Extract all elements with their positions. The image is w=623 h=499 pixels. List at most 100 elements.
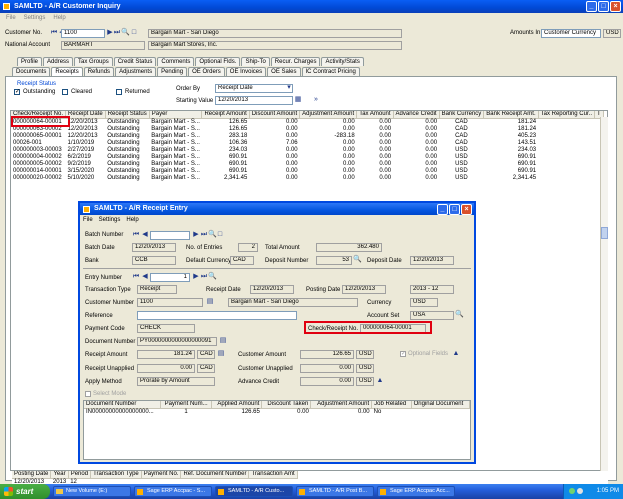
column-header[interactable]: Advance Credit (393, 111, 440, 119)
table-row[interactable]: 000000064-00001 12/20/2013 Outstanding Barg… (11, 119, 603, 127)
outstanding-checkbox[interactable]: ✓ (14, 89, 20, 95)
taskbar-item-customer-inquiry[interactable]: SAMLTD - A/R Custo... (215, 486, 293, 497)
column-header[interactable]: Discount Taken (261, 401, 312, 409)
taskbar-item-post-batches[interactable]: SAMLTD - A/R Post B... (296, 486, 374, 497)
tab-address[interactable]: Address (43, 57, 74, 66)
table-row[interactable]: 000000063-00002 12/20/2013 Outstanding Barg… (11, 126, 603, 133)
column-header[interactable]: Receipt Date (65, 111, 106, 119)
document-finder-icon[interactable]: ▤ (219, 337, 227, 345)
column-header[interactable]: Transaction Amt (248, 471, 298, 479)
starting-value-input[interactable]: 12/20/2013 (215, 96, 293, 105)
table-row[interactable]: 000000020-00002 5/10/2020 Outstanding Barga… (11, 175, 603, 182)
entry-finder-icon[interactable]: 🔍 (208, 273, 217, 281)
scroll-thumb[interactable] (601, 227, 608, 239)
tab-pending[interactable]: Pending (157, 67, 188, 76)
table-row[interactable]: 00026-001 1/10/2019 Outstanding Bargain Mar… (11, 140, 603, 147)
column-header[interactable]: Payment No. (141, 471, 182, 479)
reference-input[interactable] (137, 311, 297, 320)
chevron-down-icon[interactable]: ▾ (285, 84, 293, 92)
table-row[interactable]: IN00000000000000000... 1 126.65 0.00 0.00 No (84, 409, 470, 417)
tab-documents[interactable]: Documents (12, 67, 51, 76)
tab-oe-sales[interactable]: OE Sales (267, 67, 301, 76)
column-header[interactable]: Payment Num... (160, 401, 213, 409)
account-set-finder-icon[interactable]: 🔍 (455, 311, 464, 319)
table-row[interactable]: 000000005-00002 9/2/2019 Outstanding Bargai… (11, 161, 603, 168)
column-header[interactable]: Original Document (411, 401, 470, 409)
tab-recur-charges[interactable]: Recur. Charges (270, 57, 321, 66)
column-header[interactable]: Year (50, 471, 69, 479)
column-header[interactable]: Bank Receipt Amt. (483, 111, 539, 119)
tab-tax-groups[interactable]: Tax Groups (74, 57, 113, 66)
finder-icon[interactable]: 🔍 (121, 29, 130, 37)
menu-settings[interactable]: Settings (24, 13, 46, 23)
column-header[interactable]: Payer (149, 111, 203, 119)
table-row[interactable]: 000000004-00002 6/2/2019 Outstanding Bargai… (11, 154, 603, 161)
taskbar-item-new-volume[interactable]: New Volume (E:) (53, 486, 131, 497)
tab-activity-stats[interactable]: Activity/Stats (321, 57, 364, 66)
grid-vertical-scrollbar[interactable] (600, 117, 608, 471)
tab-optional-fields[interactable]: Optional Flds. (195, 57, 241, 66)
column-header[interactable]: Ref. Document Number (180, 471, 250, 479)
taskbar-item-sage-accpac[interactable]: Sage ERP Accpac Acc... (377, 486, 455, 497)
tab-profile[interactable]: Profile (17, 57, 43, 66)
entry-last-icon[interactable]: ⏭ (200, 273, 208, 281)
cleared-checkbox[interactable] (62, 89, 68, 95)
start-button[interactable]: start (0, 484, 50, 499)
customer-finder-icon[interactable]: ▤ (206, 298, 214, 306)
minimize-icon[interactable]: _ (586, 1, 597, 12)
dialog-close-icon[interactable]: × (461, 204, 472, 215)
entry-next-icon[interactable]: ▶ (192, 273, 200, 281)
table-row[interactable]: 000000003-00003 2/27/2019 Outstanding Barga… (11, 147, 603, 154)
new-icon[interactable]: □ (130, 29, 138, 37)
nav-last-icon[interactable]: ⏭ (113, 29, 121, 37)
tab-oe-invoices[interactable]: OE Invoices (225, 67, 267, 76)
select-mode-checkbox[interactable] (85, 391, 91, 397)
column-header[interactable]: Adjustment Amount (299, 111, 358, 119)
tab-comments[interactable]: Comments (157, 57, 195, 66)
nav-first-icon[interactable]: ⏮ (50, 29, 58, 37)
tab-refunds[interactable]: Refunds (83, 67, 115, 76)
column-header[interactable]: Applied Amount (211, 401, 263, 409)
expand-up-icon-2[interactable]: ▲ (376, 377, 384, 385)
batch-first-icon[interactable]: ⏮ (132, 231, 140, 239)
taskbar-item-sage-erp[interactable]: Sage ERP Accpac - S... (134, 486, 212, 497)
close-icon[interactable]: × (610, 1, 621, 12)
dialog-maximize-icon[interactable]: □ (449, 204, 460, 215)
batch-last-icon[interactable]: ⏭ (200, 231, 208, 239)
entry-prev-icon[interactable]: ◀ (141, 273, 149, 281)
column-header[interactable]: Receipt Amount (201, 111, 250, 119)
optional-fields-checkbox[interactable]: ✓ (400, 351, 406, 357)
batch-prev-icon[interactable]: ◀ (141, 231, 149, 239)
column-header[interactable]: Receipt Status (105, 111, 150, 119)
column-header[interactable]: Tax Amount (356, 111, 394, 119)
column-header[interactable]: Tax Reporting Cur.. (538, 111, 595, 119)
dialog-minimize-icon[interactable]: _ (437, 204, 448, 215)
amounts-in-select[interactable]: Customer Currency (541, 29, 601, 38)
maximize-icon[interactable]: □ (598, 1, 609, 12)
column-header[interactable]: Period (68, 471, 92, 479)
menu-help[interactable]: Help (53, 13, 65, 23)
batch-next-icon[interactable]: ▶ (192, 231, 200, 239)
expand-up-icon[interactable]: ▲ (452, 350, 460, 358)
column-header[interactable]: Bank Currency (439, 111, 485, 119)
rate-icon[interactable]: ▤ (217, 350, 225, 358)
table-row[interactable]: 000000014-00001 3/15/2020 Outstanding Barga… (11, 168, 603, 175)
dialog-menu-file[interactable]: File (83, 215, 93, 225)
order-by-select[interactable]: Receipt Date (215, 84, 293, 93)
batch-number-input[interactable] (150, 231, 190, 240)
column-header[interactable]: Job Related (371, 401, 412, 409)
dialog-menu-help[interactable]: Help (126, 215, 138, 225)
tab-ic-contract-pricing[interactable]: IC Contract Pricing (301, 67, 360, 76)
column-header[interactable]: Posting Date (12, 471, 52, 479)
column-header[interactable]: Adjustment Amount (310, 401, 373, 409)
deposit-finder-icon[interactable]: 🔍 (353, 256, 362, 264)
returned-checkbox[interactable] (116, 89, 122, 95)
customer-no-input[interactable]: 1100 (61, 29, 105, 38)
tab-ship-to[interactable]: Ship-To (241, 57, 270, 66)
tab-credit-status[interactable]: Credit Status (113, 57, 157, 66)
go-icon[interactable]: » (312, 96, 320, 104)
batch-new-icon[interactable]: □ (216, 231, 224, 239)
tab-receipts[interactable]: Receipts (51, 67, 83, 76)
tab-oe-orders[interactable]: OE Orders (188, 67, 225, 76)
column-header[interactable]: Discount Amount (249, 111, 301, 119)
